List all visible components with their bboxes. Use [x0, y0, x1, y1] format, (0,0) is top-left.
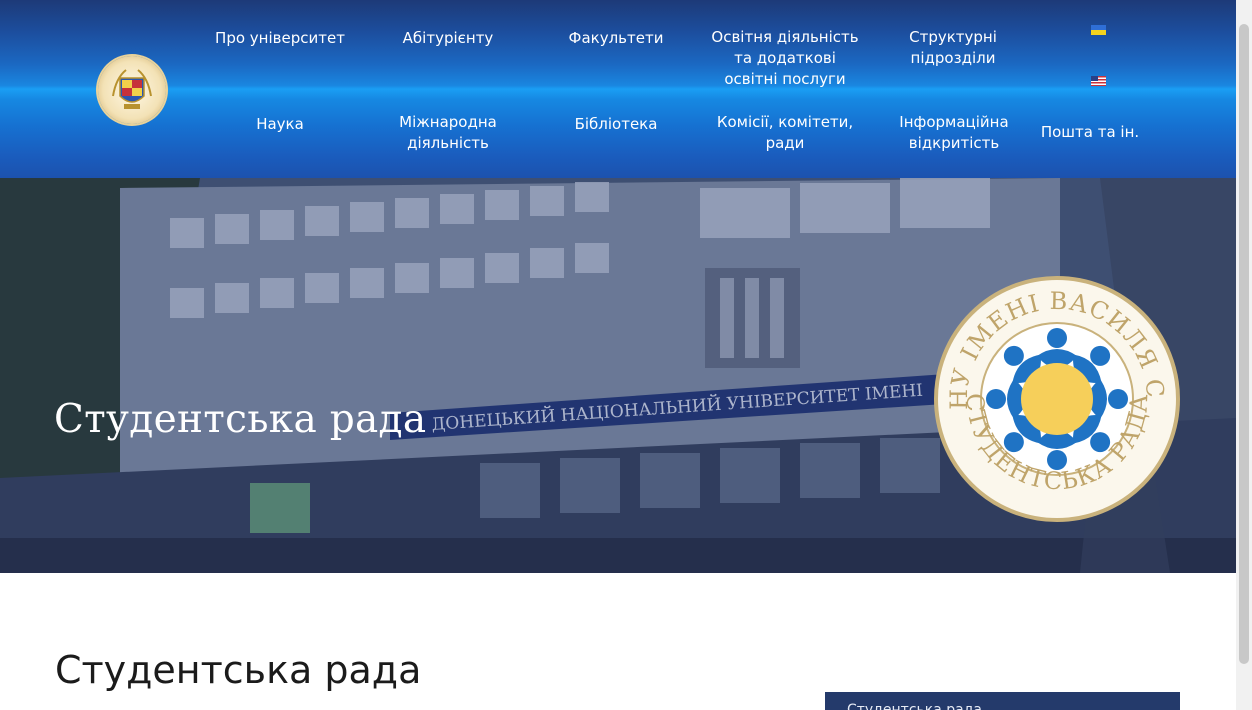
- page-scrollbar[interactable]: [1236, 0, 1252, 710]
- sidebar-menu-box[interactable]: Студентська рада: [825, 692, 1180, 710]
- university-logo[interactable]: [98, 56, 166, 124]
- sidebar-menu-label: Студентська рада: [847, 702, 982, 710]
- nav-label: Наука: [256, 115, 304, 133]
- site-header: Про університет Абітурієнту Факультети О…: [0, 0, 1236, 178]
- nav-label: Пошта та ін.: [1040, 123, 1140, 141]
- nav-item-applicants[interactable]: Абітурієнту: [390, 28, 506, 49]
- nav-item-mail-and-more[interactable]: Пошта та ін.: [1034, 122, 1146, 143]
- university-crest-icon: [112, 69, 152, 109]
- nav-item-educational-activity[interactable]: Освітня діяльність та додаткові освітні …: [704, 27, 866, 90]
- ukraine-flag-icon[interactable]: [1091, 25, 1106, 35]
- nav-label: Бібліотека: [574, 115, 658, 133]
- page-title: Студентська рада: [55, 648, 422, 692]
- hero-title: Студентська рада: [54, 397, 427, 442]
- nav-label: Про університет: [215, 29, 345, 47]
- nav-label-line: освітні послуги: [724, 70, 846, 88]
- nav-item-international-activity[interactable]: Міжнародна діяльність: [384, 112, 512, 154]
- emblem-sun-icon: [1021, 363, 1093, 435]
- nav-label-line: діяльність: [407, 134, 489, 152]
- nav-label-line: Комісії, комітети,: [716, 113, 854, 131]
- scrollbar-thumb[interactable]: [1239, 24, 1249, 664]
- nav-item-faculties[interactable]: Факультети: [560, 28, 672, 49]
- nav-item-commissions-committees[interactable]: Комісії, комітети, ради: [704, 112, 866, 154]
- nav-label-line: Структурні: [909, 28, 997, 46]
- nav-item-about-university[interactable]: Про університет: [212, 28, 348, 49]
- student-council-emblem: ДОННУ ІМЕНІ ВАСИЛЯ СТУСА СТУДЕНТСЬКА РАД…: [934, 276, 1180, 522]
- nav-item-information-openness[interactable]: Інформаційна відкритість: [890, 112, 1018, 154]
- nav-label-line: підрозділи: [910, 49, 996, 67]
- nav-label-line: відкритість: [908, 134, 1000, 152]
- nav-label-line: Освітня діяльність: [711, 28, 859, 46]
- nav-item-structural-units[interactable]: Структурні підрозділи: [894, 27, 1012, 69]
- nav-item-library[interactable]: Бібліотека: [560, 114, 672, 135]
- nav-label-line: ради: [765, 134, 805, 152]
- usa-flag-icon[interactable]: [1091, 76, 1106, 86]
- nav-label-line: та додаткові: [734, 49, 836, 67]
- nav-label: Факультети: [568, 29, 664, 47]
- nav-label-line: Міжнародна: [399, 113, 497, 131]
- nav-label-line: Інформаційна: [899, 113, 1009, 131]
- nav-item-science[interactable]: Наука: [222, 114, 338, 135]
- nav-label: Абітурієнту: [402, 29, 494, 47]
